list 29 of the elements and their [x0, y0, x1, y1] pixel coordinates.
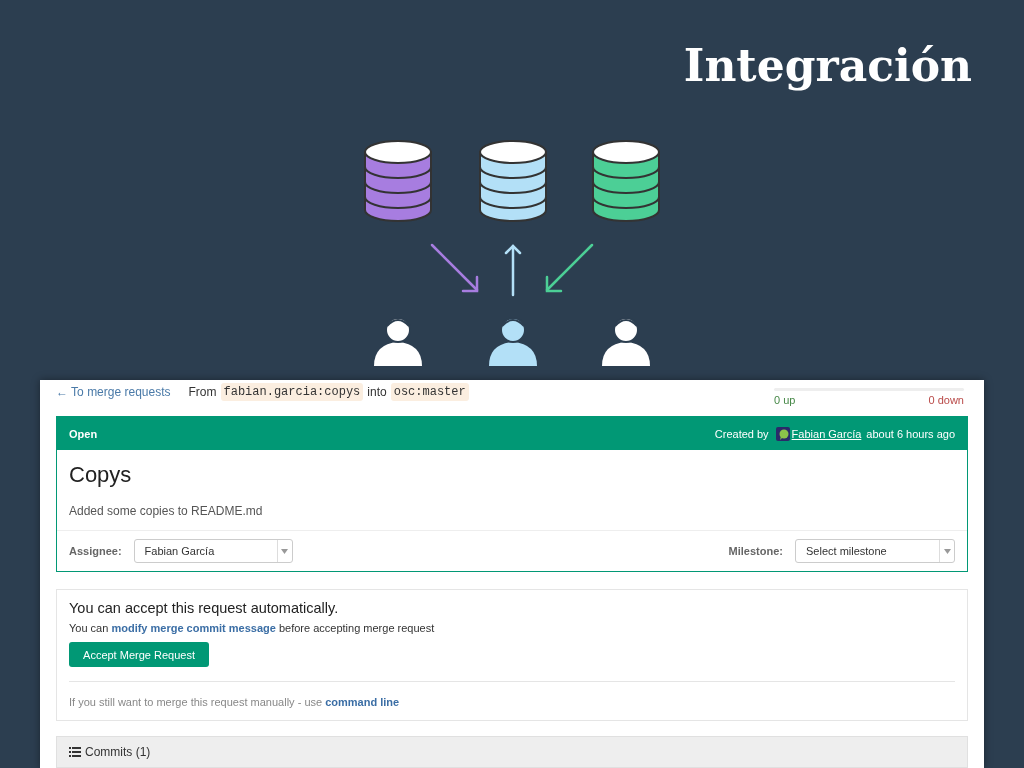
target-branch: osc:master: [390, 383, 469, 401]
accept-merge-button[interactable]: Accept Merge Request: [69, 642, 209, 667]
modify-message-link[interactable]: modify merge commit message: [111, 622, 276, 634]
downvote-count: 0 down: [928, 394, 964, 406]
upvote-count: 0 up: [774, 394, 796, 406]
merge-request-title: Copys: [69, 462, 133, 488]
created-label: Created by: [714, 427, 769, 440]
assignee-label: Assignee:: [69, 545, 122, 557]
merge-hint: You can modify merge commit message before accepting merge request: [69, 622, 436, 634]
created-time: about 6 hours ago: [866, 427, 955, 440]
back-link[interactable]: ← To merge requests: [56, 385, 171, 399]
milestone-label: Milestone:: [728, 545, 783, 557]
merge-heading: You can accept this request automatically.: [69, 600, 340, 616]
merge-request-description: Added some copies to README.md: [69, 504, 264, 518]
into-label: into: [367, 385, 387, 399]
command-line-link[interactable]: command line: [325, 696, 400, 708]
milestone-select[interactable]: Select milestone: [795, 539, 955, 563]
caret-icon: [281, 548, 289, 554]
list-icon: [69, 747, 81, 757]
commits-label: Commits (1): [85, 745, 151, 759]
author-link[interactable]: Fabian García: [791, 427, 862, 440]
assignee-select[interactable]: Fabian García: [133, 539, 293, 563]
from-label: From: [188, 385, 217, 399]
avatar-icon: [775, 426, 790, 441]
manual-merge-hint: If you still want to merge this request manually - use command line: [69, 696, 401, 708]
slide-title: Integración: [683, 39, 972, 93]
caret-icon: [943, 548, 951, 554]
source-branch: fabian.garcia:copys: [220, 383, 364, 401]
status-label: Open: [69, 427, 98, 440]
